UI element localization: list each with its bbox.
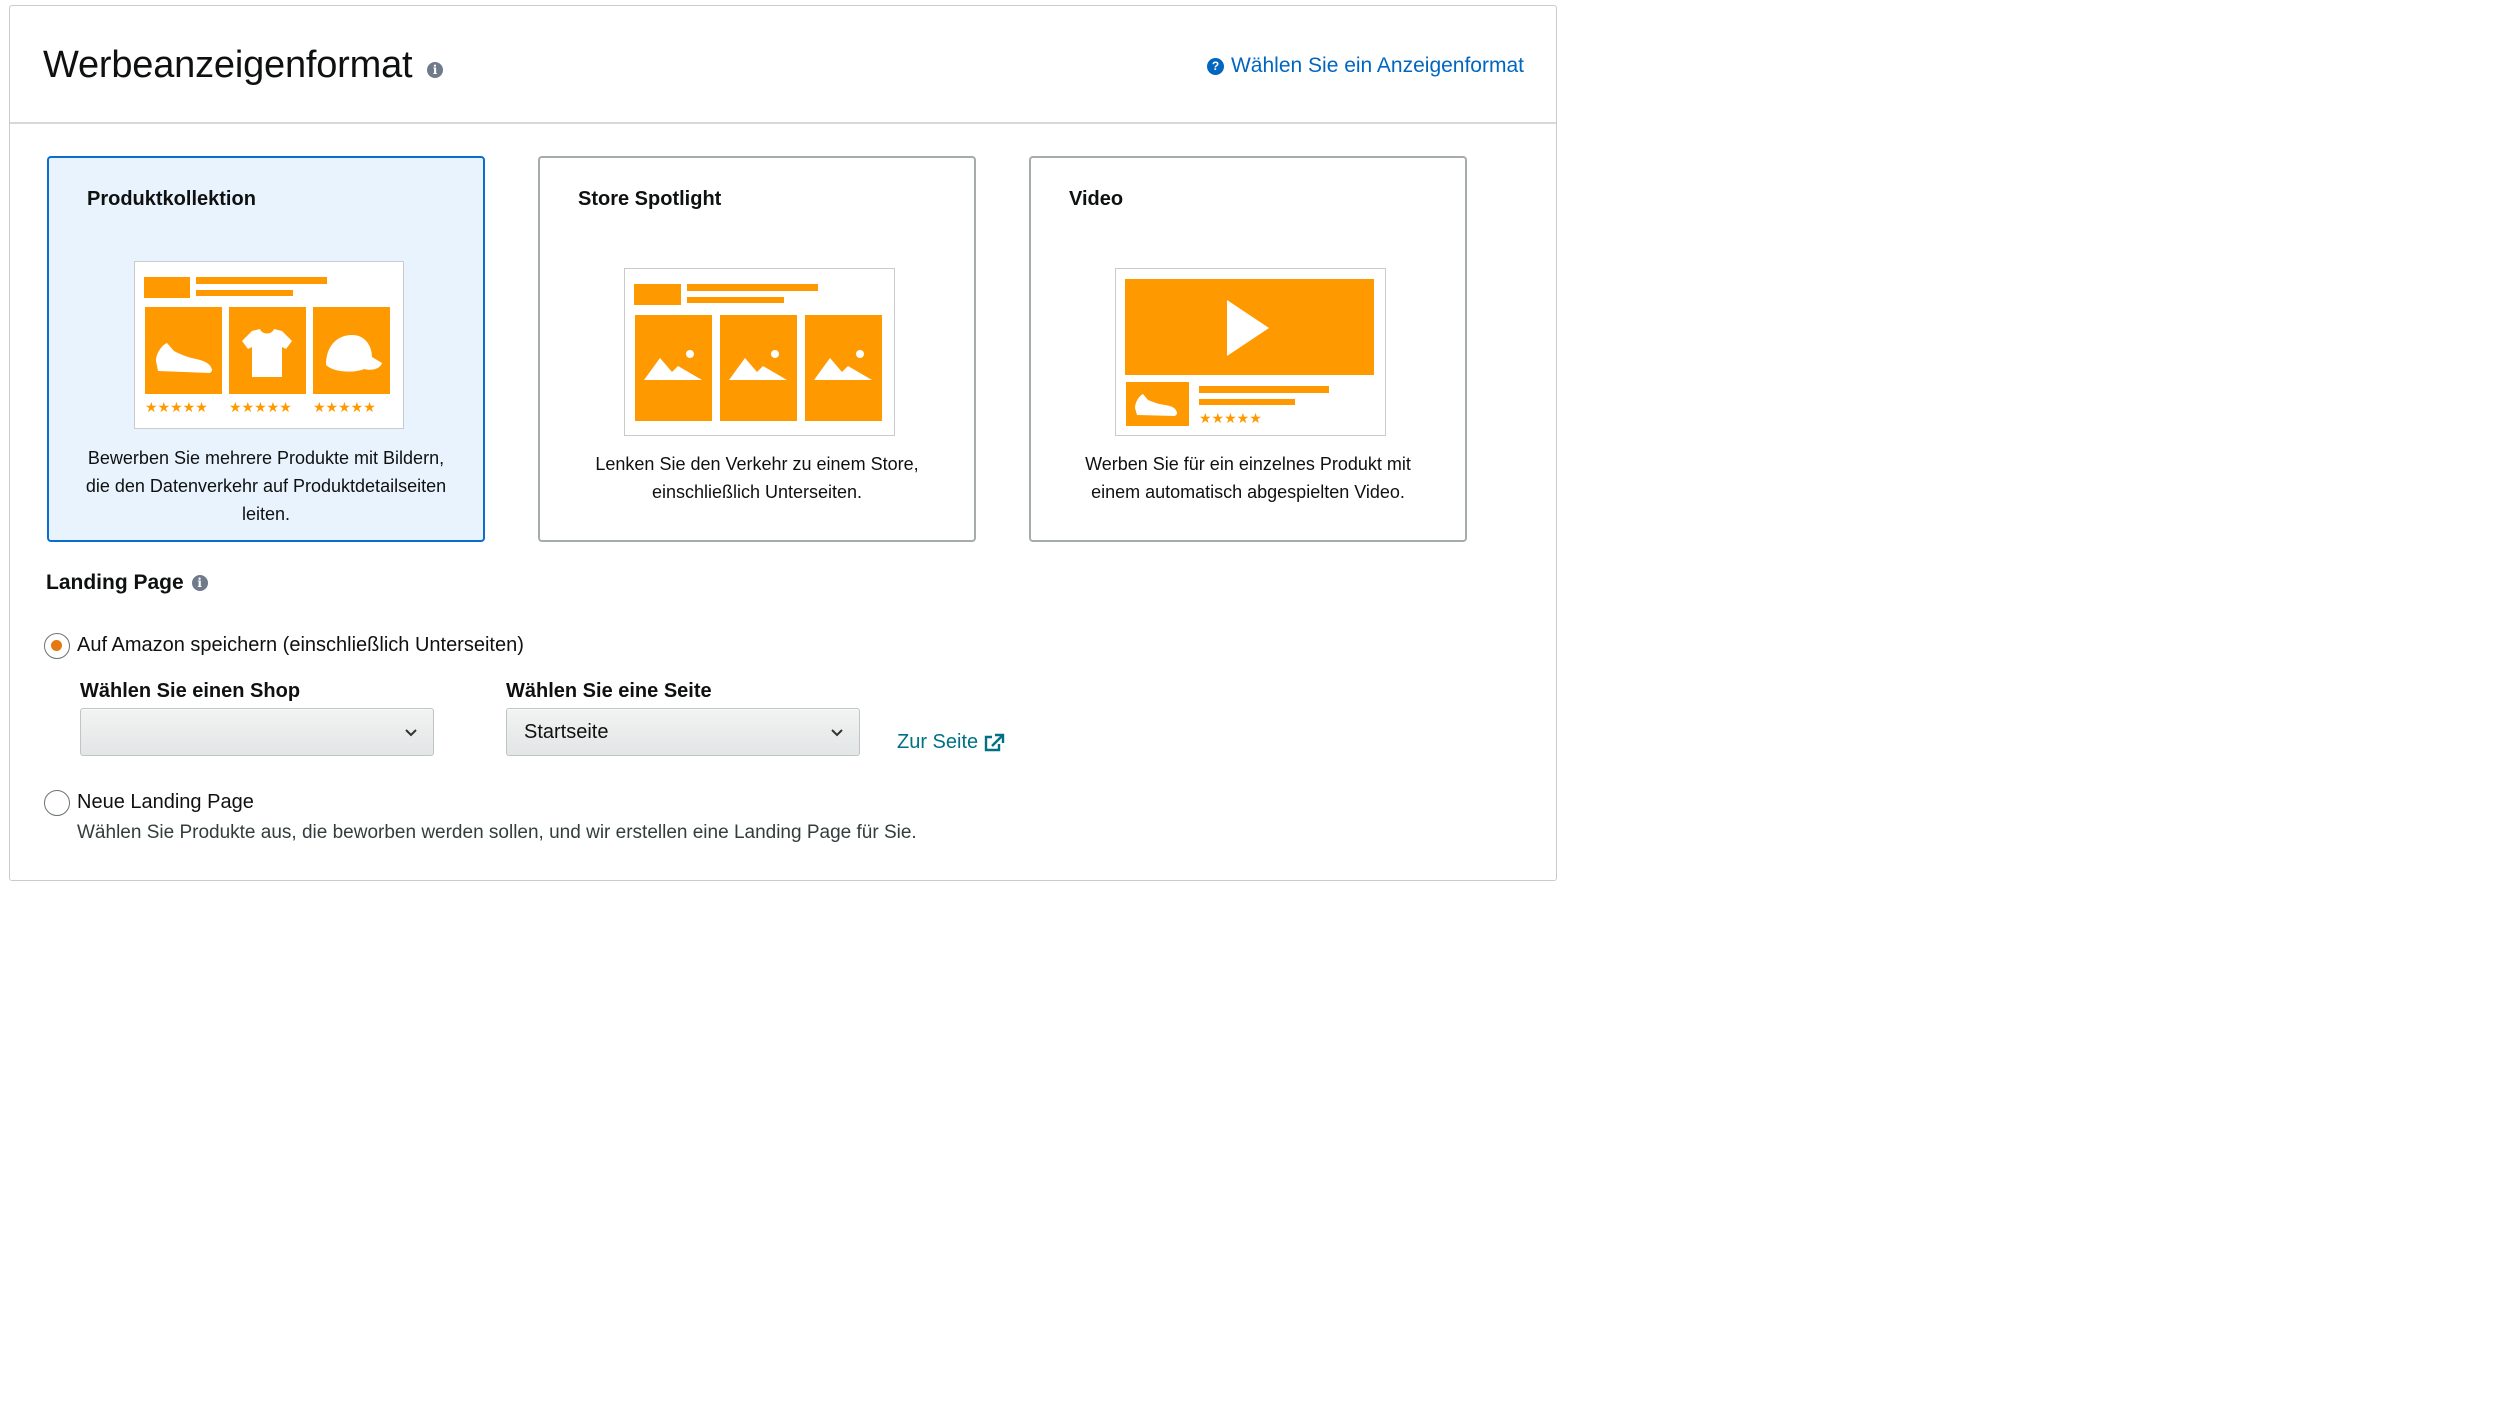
- goto-page-label: Zur Seite: [897, 731, 979, 753]
- goto-page-link[interactable]: Zur Seite: [897, 731, 1005, 754]
- shop-select[interactable]: [80, 708, 434, 756]
- card-description: Lenken Sie den Verkehr zu einem Store, e…: [595, 454, 919, 502]
- question-icon: ?: [1206, 57, 1224, 75]
- card-description: Werben Sie für ein einzelnes Produkt mit…: [1085, 454, 1411, 502]
- video-illustration: ★★★★★: [1115, 268, 1386, 436]
- chevron-down-icon: [831, 729, 843, 737]
- card-description: Bewerben Sie mehrere Produkte mit Bilder…: [85, 448, 447, 524]
- shop-select-label: Wählen Sie einen Shop: [80, 680, 301, 702]
- landing-page-section-title: Landing Page i: [46, 571, 208, 595]
- store-spotlight-illustration: [624, 268, 895, 436]
- radio-new-landing-page[interactable]: [44, 790, 70, 816]
- page-select[interactable]: Startseite: [506, 708, 860, 756]
- card-title: Store Spotlight: [578, 188, 722, 210]
- svg-text:★★★★★: ★★★★★: [313, 400, 376, 416]
- svg-text:★★★★★: ★★★★★: [145, 400, 208, 416]
- page-select-value: Startseite: [524, 721, 609, 743]
- landing-page-title: Landing Page: [46, 571, 184, 594]
- panel-header: Werbeanzeigenformat i ? Wählen Sie ein A…: [10, 6, 1556, 124]
- external-link-icon: [984, 733, 1005, 751]
- chevron-down-icon: [405, 729, 417, 737]
- page-select-label: Wählen Sie eine Seite: [506, 680, 712, 702]
- ad-format-panel: Werbeanzeigenformat i ? Wählen Sie ein A…: [9, 5, 1557, 881]
- format-card-product-collection[interactable]: Produktkollektion ★★★★★ ★★★★★ ★★★★★ Bewe…: [47, 156, 485, 542]
- format-card-store-spotlight[interactable]: Store Spotlight Lenken Sie den Verkehr z…: [538, 156, 976, 542]
- new-landing-page-description: Wählen Sie Produkte aus, die beworben we…: [77, 822, 917, 843]
- svg-text:★★★★★: ★★★★★: [229, 400, 292, 416]
- radio-amazon-store[interactable]: [44, 633, 70, 659]
- product-collection-illustration: ★★★★★ ★★★★★ ★★★★★: [134, 261, 404, 429]
- format-card-video[interactable]: Video ★★★★★ Werben Sie für ein einzelnes…: [1029, 156, 1467, 542]
- star-icon: ★★★★★: [1199, 411, 1262, 427]
- page-title: Werbeanzeigenformat: [43, 44, 413, 86]
- help-link-label: Wählen Sie ein Anzeigenformat: [1230, 54, 1524, 77]
- choose-format-help-link[interactable]: ? Wählen Sie ein Anzeigenformat: [1206, 54, 1524, 78]
- info-icon[interactable]: i: [191, 575, 208, 591]
- card-title: Video: [1069, 188, 1124, 210]
- star-icon: ★★★★★ ★★★★★ ★★★★★: [145, 400, 376, 416]
- card-title: Produktkollektion: [87, 188, 256, 210]
- info-icon[interactable]: i: [427, 62, 443, 78]
- radio-new-landing-page-label[interactable]: Neue Landing Page: [77, 791, 254, 814]
- radio-amazon-store-label[interactable]: Auf Amazon speichern (einschließlich Unt…: [77, 634, 524, 657]
